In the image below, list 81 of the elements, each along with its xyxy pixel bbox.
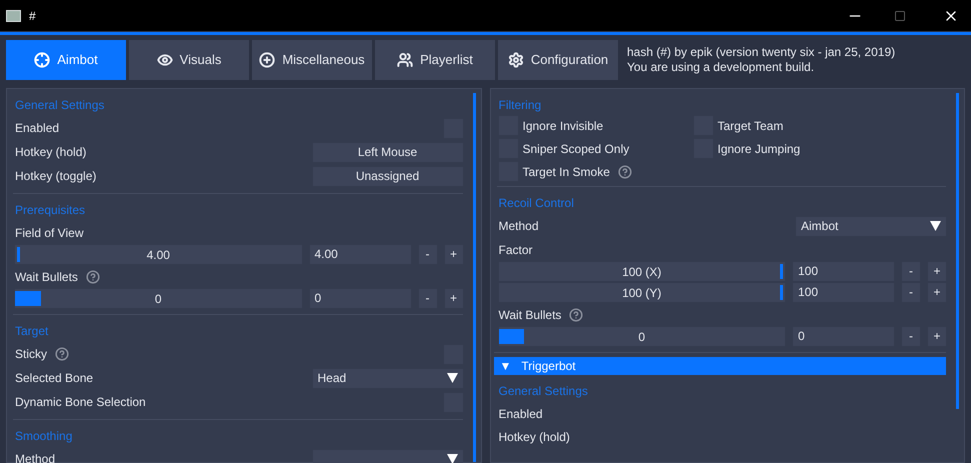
checkbox-label: Ignore Jumping [718, 140, 800, 158]
caret-icon [930, 221, 941, 231]
increment-button[interactable]: + [444, 289, 462, 308]
number-input[interactable]: 0 [793, 327, 894, 346]
window-title: # [29, 8, 36, 24]
caret-icon [446, 454, 458, 463]
tab[interactable]: Configuration [498, 40, 618, 80]
slider-value: 0 [638, 328, 646, 346]
setting-label: Factor [498, 242, 533, 258]
setting-label: Wait Bullets [498, 306, 562, 324]
setting-label: Hotkey (toggle) [15, 168, 96, 185]
collapsible-header[interactable]: ▼ Triggerbot [494, 357, 946, 375]
section-title: Target [14, 322, 50, 340]
number-input[interactable]: 0 [310, 289, 410, 308]
tab[interactable]: Miscellaneous [252, 40, 372, 80]
slider-value: 100 (X) [622, 264, 662, 280]
section-title: General Settings [14, 96, 106, 114]
setting-label: Method [15, 451, 56, 463]
checkbox-label: Target In Smoke [522, 164, 610, 180]
section-title: Smoothing [14, 428, 74, 444]
increment-button[interactable]: + [928, 327, 946, 346]
decrement-button[interactable]: - [418, 289, 436, 308]
info-text: You are using a development build. [627, 60, 816, 75]
decrement-button[interactable]: - [902, 327, 920, 346]
increment-button[interactable]: + [928, 262, 946, 281]
setting-label: Field of View [15, 224, 84, 242]
section-title: Recoil Control [498, 194, 575, 212]
setting-label: Wait Bullets [15, 268, 78, 286]
setting-label: Method [498, 218, 539, 235]
slider-grab[interactable] [780, 264, 783, 279]
setting-label: Dynamic Bone Selection [15, 394, 146, 411]
checkbox-label: Ignore Invisible [522, 118, 604, 134]
dropdown[interactable] [312, 450, 462, 463]
gears-icon [508, 52, 524, 68]
scrollbar[interactable] [956, 93, 959, 409]
collapse-arrow: ▼ [500, 358, 512, 375]
slider-grab[interactable] [780, 285, 783, 300]
increment-button[interactable]: + [928, 283, 946, 302]
increment-button[interactable]: + [444, 245, 462, 264]
hotkey-button[interactable]: Unassigned [312, 166, 462, 186]
slider-track[interactable]: 0 [15, 289, 302, 308]
setting-label: Sticky [15, 346, 48, 363]
decrement-button[interactable]: - [418, 245, 436, 264]
setting-label: Hotkey (hold) [498, 428, 570, 446]
decrement-button[interactable]: - [902, 262, 920, 281]
slider-value: 0 [154, 290, 162, 308]
tab[interactable]: Aimbot [6, 40, 126, 80]
setting-label: Enabled [498, 406, 543, 422]
slider-track[interactable]: 0 [498, 327, 785, 346]
tab[interactable]: Playerlist [375, 40, 495, 80]
maximize-icon[interactable] [894, 10, 906, 22]
tab[interactable]: Visuals [129, 40, 249, 80]
setting-label: Enabled [15, 120, 60, 137]
users-icon [397, 52, 414, 68]
slider-track[interactable]: 4.00 [15, 245, 302, 264]
plus-circle-icon [259, 52, 276, 68]
hotkey-button[interactable]: Left Mouse [312, 142, 462, 162]
dropdown[interactable]: Head [312, 368, 462, 388]
section-title: Prerequisites [14, 202, 86, 218]
checkbox-label: Sniper Scoped Only [522, 140, 630, 158]
eye-icon [156, 52, 173, 68]
number-input[interactable]: 100 [793, 283, 894, 302]
dropdown[interactable]: Aimbot [796, 216, 946, 236]
section-title: General Settings [498, 382, 589, 400]
scrollbar[interactable] [472, 93, 476, 462]
slider-track[interactable]: 100 (X) [498, 262, 785, 281]
slider-value: 100 (Y) [622, 284, 662, 302]
number-input[interactable]: 100 [793, 262, 894, 281]
crosshair-icon [34, 52, 50, 68]
setting-label: Hotkey (hold) [15, 144, 86, 161]
section-title: Filtering [498, 96, 542, 114]
slider-value: 4.00 [146, 246, 170, 264]
app-icon [6, 10, 21, 22]
caret-icon [446, 373, 458, 383]
slider-track[interactable]: 100 (Y) [498, 283, 785, 302]
slider-grab[interactable] [17, 247, 20, 262]
checkbox-label: Target Team [718, 118, 784, 134]
info-text: hash (#) by epik (version twenty six - jan 25, 2019) [627, 45, 896, 60]
setting-label: Selected Bone [15, 370, 94, 387]
decrement-button[interactable]: - [902, 283, 920, 302]
number-input[interactable]: 4.00 [310, 245, 410, 264]
